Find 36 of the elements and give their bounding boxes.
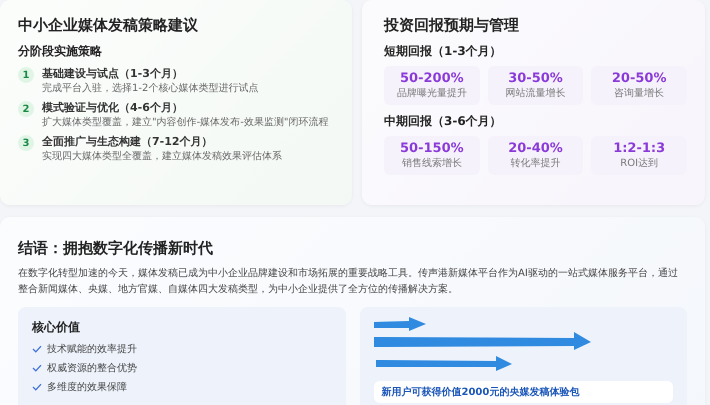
value-item: 多维度的效果保障	[47, 380, 127, 394]
promo-text: 新用户可获得价值2000元的央媒发稿体验包	[382, 387, 580, 398]
value-item: 权威资源的整合优势	[47, 362, 137, 375]
card-title: 中小企业媒体发稿策略建议	[18, 16, 199, 35]
phase-title: 全面推广与生态构建（7-12个月）	[42, 134, 213, 149]
stat-value: 20-40%	[508, 141, 563, 156]
phase-description: 实现四大媒体类型全覆盖，建立媒体发稿效果评估体系	[42, 150, 282, 163]
section-heading: 中期回报（3-6个月）	[384, 113, 503, 130]
checkmark-icon	[32, 345, 42, 353]
phase-title: 基础建设与试点（1-3个月）	[42, 66, 183, 81]
phase-title: 模式验证与优化（4-6个月）	[42, 100, 183, 115]
stat-value: 30-50%	[508, 71, 563, 86]
stat-label: 销售线索增长	[402, 156, 462, 170]
section-heading: 分阶段实施策略	[18, 43, 103, 60]
checkmark-icon	[32, 364, 42, 372]
stat-value: 20-50%	[612, 71, 666, 86]
phase-description: 完成平台入驻，选择1-2个核心媒体类型进行试点	[42, 82, 258, 95]
step-number: 2	[18, 101, 34, 117]
value-item: 技术赋能的效率提升	[47, 342, 137, 356]
section-heading: 核心价值	[32, 319, 81, 336]
step-number: 3	[18, 135, 34, 151]
stat-label: 网站流量增长	[506, 86, 566, 100]
section-heading: 短期回报（1-3个月）	[384, 43, 503, 60]
card-title: 结语：拥抱数字化传播新时代	[18, 239, 214, 258]
stat-value: 50-150%	[400, 141, 464, 156]
card-title: 投资回报预期与管理	[384, 16, 520, 35]
step-number: 1	[18, 67, 34, 83]
stat-label: 转化率提升	[510, 156, 560, 170]
stat-label: 品牌曝光量提升	[396, 86, 467, 100]
stat-label: 咨询量增长	[614, 86, 664, 100]
phase-description: 扩大媒体类型覆盖，建立"内容创作-媒体发布-效果监测"闭环流程	[42, 116, 328, 129]
conclusion-paragraph: 在数字化转型加速的今天，媒体发稿已成为中小企业品牌建设和市场拓展的重要战略工具。传声港新媒体平台作为AI驱动的一站式媒体服务平台，通过整合新闻媒体、央媒、地方官媒、自媒体四大发稿类型，为中小企业提供了全方位的传播解决方案。	[18, 266, 679, 296]
stat-value: 1:2-1:3	[613, 141, 666, 156]
checkmark-icon	[32, 383, 42, 391]
stat-value: 50-200%	[400, 71, 464, 86]
stat-label: ROI达到	[620, 156, 658, 170]
